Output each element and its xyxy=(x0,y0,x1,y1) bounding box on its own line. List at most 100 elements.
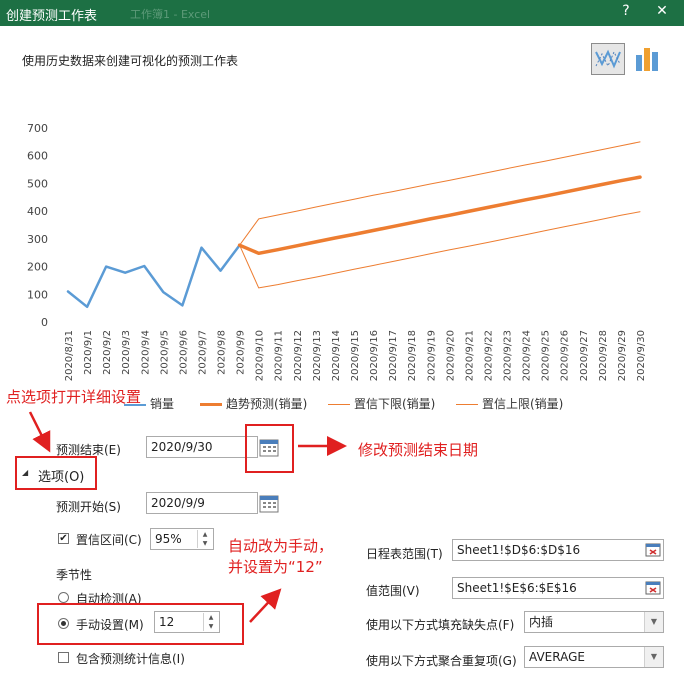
y-tick-label: 600 xyxy=(27,150,48,163)
confidence-value: 95% xyxy=(155,532,182,546)
aggregate-value: AVERAGE xyxy=(529,650,585,664)
x-tick-label: 2020/9/19 xyxy=(426,330,437,381)
range-select-icon[interactable] xyxy=(645,580,661,596)
fill-missing-select[interactable]: 内插 ▼ xyxy=(524,611,664,633)
annotation-options-tip: 点选项打开详细设置 xyxy=(6,388,142,406)
legend-label: 置信下限(销量) xyxy=(354,397,436,411)
fill-missing-value: 内插 xyxy=(529,615,554,629)
legend-swatch xyxy=(200,403,222,406)
x-tick-label: 2020/9/4 xyxy=(140,330,151,375)
x-tick-label: 2020/9/26 xyxy=(560,330,571,381)
x-tick-label: 2020/9/18 xyxy=(407,330,418,381)
include-stats-label: 包含预测统计信息(I) xyxy=(76,652,185,666)
annotation-box-calendar xyxy=(245,424,294,473)
forecast-start-label: 预测开始(S) xyxy=(56,500,121,514)
timeline-range-input[interactable]: Sheet1!$D$6:$D$16 xyxy=(452,539,664,561)
x-tick-label: 2020/9/21 xyxy=(464,330,475,381)
bar-chart-icon xyxy=(636,48,658,71)
line-chart-icon xyxy=(595,49,621,69)
seasonality-label: 季节性 xyxy=(56,568,93,582)
line-chart-button[interactable] xyxy=(591,43,625,75)
aggregate-label: 使用以下方式聚合重复项(G) xyxy=(366,654,517,668)
window-title: 创建预测工作表 xyxy=(6,9,98,24)
x-tick-label: 2020/9/11 xyxy=(274,330,285,381)
x-tick-label: 2020/9/30 xyxy=(636,330,647,381)
x-tick-label: 2020/9/6 xyxy=(178,330,189,375)
chevron-down-icon[interactable]: ▼ xyxy=(644,612,663,632)
calendar-icon[interactable] xyxy=(259,493,279,513)
x-tick-label: 2020/9/10 xyxy=(255,330,266,381)
y-tick-label: 0 xyxy=(41,316,48,329)
x-tick-label: 2020/9/13 xyxy=(312,330,323,381)
confidence-spinner[interactable]: 95% ▲ ▼ xyxy=(150,528,214,550)
series-line xyxy=(239,141,641,246)
legend-item: 趋势预测(销量) xyxy=(200,395,307,411)
dialog-subtitle: 使用历史数据来创建可视化的预测工作表 xyxy=(22,54,239,68)
x-tick-label: 2020/9/9 xyxy=(236,330,247,375)
series-line xyxy=(66,243,241,309)
annotation-arrow-options xyxy=(28,411,51,453)
values-range-value: Sheet1!$E$6:$E$16 xyxy=(457,581,577,595)
x-tick-label: 2020/9/20 xyxy=(445,330,456,381)
forecast-start-input[interactable]: 2020/9/9 xyxy=(146,492,258,514)
x-tick-label: 2020/9/7 xyxy=(197,330,208,375)
values-range-input[interactable]: Sheet1!$E$6:$E$16 xyxy=(452,577,664,599)
fill-missing-label: 使用以下方式填充缺失点(F) xyxy=(366,618,515,632)
annotation-manual-tip-line2: 并设置为“12” xyxy=(228,558,323,576)
legend-label: 趋势预测(销量) xyxy=(226,397,308,411)
x-tick-label: 2020/9/29 xyxy=(617,330,628,381)
auto-detect-radio[interactable] xyxy=(58,592,69,603)
annotation-manual-tip-line1: 自动改为手动， xyxy=(228,537,334,555)
range-select-icon[interactable] xyxy=(645,542,661,558)
x-tick-label: 2020/9/23 xyxy=(503,330,514,381)
x-tick-label: 2020/9/2 xyxy=(102,330,113,375)
window-ghost-title: 工作簿1 - Excel xyxy=(130,8,211,21)
x-tick-label: 2020/8/31 xyxy=(64,330,75,381)
x-tick-label: 2020/9/3 xyxy=(121,330,132,375)
y-tick-label: 700 xyxy=(27,122,48,135)
x-tick-label: 2020/9/15 xyxy=(350,330,361,381)
x-tick-label: 2020/9/25 xyxy=(541,330,552,381)
help-button[interactable]: ? xyxy=(612,0,640,22)
legend-swatch xyxy=(328,404,350,405)
values-range-label: 值范围(V) xyxy=(366,584,420,598)
legend-item: 置信下限(销量) xyxy=(328,395,435,411)
legend-item: 置信上限(销量) xyxy=(456,395,563,411)
legend-swatch xyxy=(456,404,478,405)
y-tick-label: 500 xyxy=(27,177,48,190)
annotation-box-options xyxy=(15,456,97,490)
annotation-end-date-tip: 修改预测结束日期 xyxy=(358,441,479,459)
forecast-chart: 01002003004005006007002020/8/31 2020/9/1 2… xyxy=(27,122,647,381)
x-tick-label: 2020/9/27 xyxy=(579,330,590,381)
timeline-range-label: 日程表范围(T) xyxy=(366,547,443,561)
annotation-arrow-manual xyxy=(249,588,282,623)
x-tick-label: 2020/9/14 xyxy=(331,330,342,381)
include-stats-checkbox[interactable] xyxy=(58,652,69,663)
x-tick-label: 2020/9/16 xyxy=(369,330,380,381)
aggregate-select[interactable]: AVERAGE ▼ xyxy=(524,646,664,668)
x-tick-label: 2020/9/5 xyxy=(159,330,170,375)
series-line xyxy=(239,211,641,289)
series-line xyxy=(237,175,642,256)
x-tick-label: 2020/9/1 xyxy=(83,330,94,375)
confidence-label: 置信区间(C) xyxy=(76,533,142,547)
confidence-checkbox[interactable]: ✔ xyxy=(58,533,69,544)
annotation-box-manual xyxy=(37,603,244,645)
close-button[interactable]: ✕ xyxy=(648,0,676,22)
title-bar: 创建预测工作表 工作簿1 - Excel ? ✕ xyxy=(0,0,684,26)
legend-label: 置信上限(销量) xyxy=(482,397,564,411)
timeline-range-value: Sheet1!$D$6:$D$16 xyxy=(457,543,581,557)
y-tick-label: 300 xyxy=(27,233,48,246)
y-tick-label: 400 xyxy=(27,205,48,218)
forecast-end-input[interactable]: 2020/9/30 xyxy=(146,436,258,458)
x-tick-label: 2020/9/24 xyxy=(522,330,533,381)
x-tick-label: 2020/9/22 xyxy=(483,330,494,381)
chevron-down-icon[interactable]: ▼ xyxy=(644,647,663,667)
spinner-arrows[interactable]: ▲ ▼ xyxy=(197,530,212,548)
x-tick-label: 2020/9/28 xyxy=(598,330,609,381)
x-tick-label: 2020/9/12 xyxy=(293,330,304,381)
x-tick-label: 2020/9/17 xyxy=(388,330,399,381)
bar-chart-button[interactable] xyxy=(631,43,665,75)
y-tick-label: 200 xyxy=(27,261,48,274)
x-tick-label: 2020/9/8 xyxy=(217,330,228,375)
